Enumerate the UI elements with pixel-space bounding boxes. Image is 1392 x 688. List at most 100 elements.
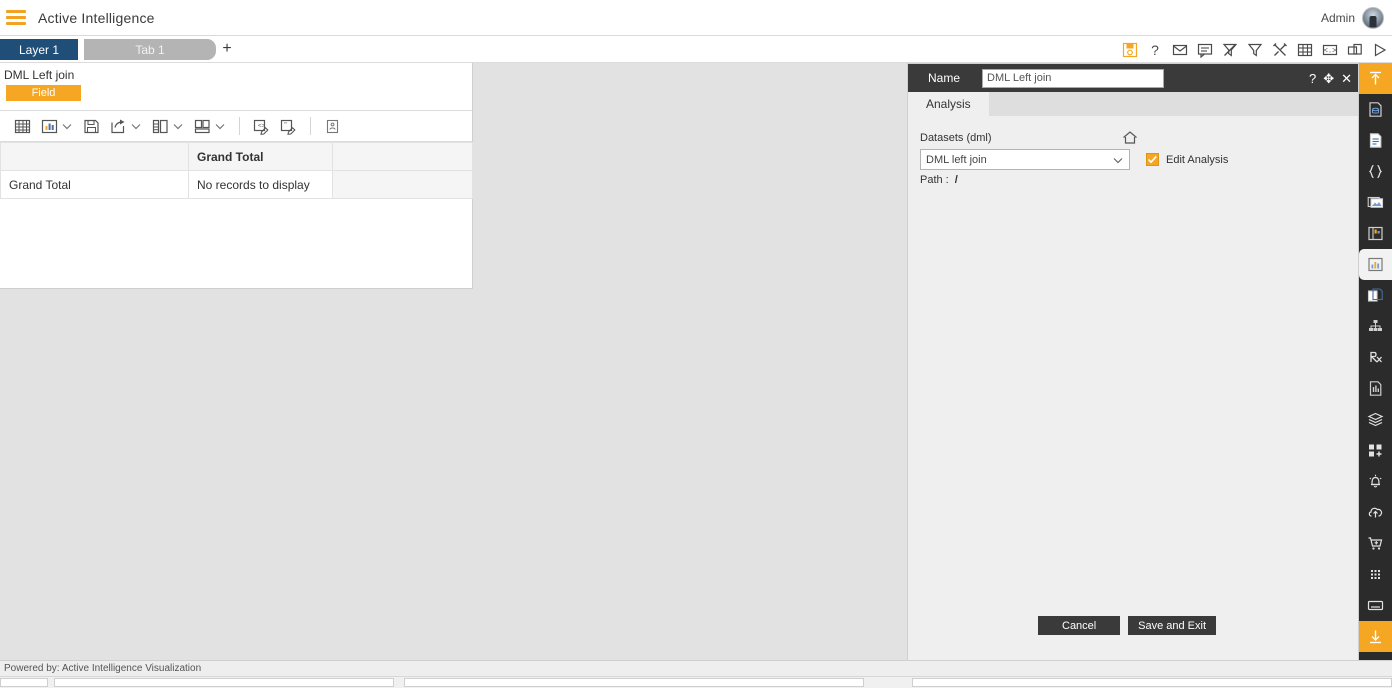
rail-prescription[interactable] [1359,342,1392,373]
help-question-icon[interactable]: ? [1147,42,1163,58]
edit-formula-button[interactable]: <> [249,118,274,135]
document-database-icon [1369,102,1382,117]
page-setup-icon [326,119,339,133]
rail-console[interactable] [1359,590,1392,621]
chevron-down-icon [1113,157,1123,163]
pivot-head: Grand Total [0,142,473,171]
rail-analysis[interactable] [1359,249,1392,280]
pivot-body: Grand Total No records to display [0,170,473,199]
chevron-down-icon [131,124,141,130]
add-widget-icon [1369,444,1382,457]
cancel-button[interactable]: Cancel [1038,616,1121,635]
mail-envelope-icon[interactable] [1172,42,1188,58]
rail-report[interactable] [1359,373,1392,404]
grid-table-icon[interactable] [1297,42,1313,58]
rail-layers[interactable] [1359,404,1392,435]
play-run-icon[interactable] [1372,42,1388,58]
chevron-down-icon [173,124,183,130]
analysis-dialog: Name ? ✥ ✕ Analysis Datasets (dml) DML [907,63,1359,672]
check-icon [1147,155,1157,164]
cart-add-icon [1368,537,1383,550]
checkbox-box [1146,153,1159,166]
dialog-titlebar: Name ? ✥ ✕ [908,64,1358,92]
home-icon[interactable] [1122,130,1138,146]
dialog-tabs: Analysis [908,92,1358,116]
hierarchy-tree-icon [1369,320,1382,331]
cloud-upload-icon [1368,507,1383,518]
tab-strip: Layer 1 Tab 1 + ? <.> [0,36,1392,63]
pivot-table: Grand Total Grand Total No records to di… [0,142,473,199]
code-window-icon[interactable]: <.> [1322,42,1338,58]
rail-copy[interactable] [1359,280,1392,311]
save-icon [84,119,99,133]
tab-tab-1[interactable]: Tab 1 [84,39,216,60]
rail-alerts[interactable] [1359,466,1392,497]
rail-upload[interactable] [1359,497,1392,528]
braces-code-icon [1368,164,1383,179]
column-layout-button[interactable] [148,118,188,135]
table-view-button[interactable] [10,118,35,135]
tab-analysis[interactable]: Analysis [908,92,989,116]
avatar[interactable] [1362,6,1384,29]
svg-text:": " [284,122,287,129]
console-window-icon [1367,600,1384,611]
grid-dots-icon [1371,570,1380,579]
pivot-corner-cell [0,142,189,171]
dialog-body: Datasets (dml) DML left join Edit Analys… [908,116,1358,649]
table-header-row: Grand Total [0,142,473,171]
path-label: Path : [920,174,949,186]
dialog-name-input[interactable] [982,68,1164,88]
page-setup-button[interactable] [320,118,345,135]
help-question-icon[interactable]: ? [1309,72,1316,85]
add-tab-button[interactable]: + [218,39,236,60]
rail-image[interactable] [1359,187,1392,218]
save-button[interactable] [79,118,104,135]
right-icon-rail [1359,63,1392,672]
move-drag-icon[interactable]: ✥ [1323,72,1334,85]
export-share-button[interactable] [106,118,146,135]
rail-hierarchy[interactable] [1359,311,1392,342]
edit-analysis-label: Edit Analysis [1166,153,1229,166]
dialog-titlebar-icons: ? ✥ ✕ [1309,72,1352,85]
field-chip[interactable]: Field [6,85,81,101]
app-title: Active Intelligence [38,9,155,26]
rail-grid[interactable] [1359,559,1392,590]
edit-analysis-checkbox[interactable]: Edit Analysis [1146,153,1228,166]
table-view-icon [14,119,31,133]
edit-formula-icon: <> [253,119,269,135]
path-value: / [954,174,958,186]
rail-cart[interactable] [1359,528,1392,559]
rail-scroll-down[interactable] [1359,621,1392,652]
hamburger-icon[interactable] [6,10,26,25]
comment-bubble-icon[interactable] [1197,42,1213,58]
header-user-area: Admin [1320,6,1384,29]
tab-layer-1[interactable]: Layer 1 [0,39,78,60]
filter-funnel-icon[interactable] [1247,42,1263,58]
copy-pages-icon[interactable] [1347,42,1363,58]
rail-dataset[interactable] [1359,94,1392,125]
arrow-down-bar-icon [1370,630,1381,644]
rail-layout[interactable] [1359,218,1392,249]
panel-layout-button[interactable] [190,118,230,135]
dataset-select[interactable]: DML left join [920,149,1130,170]
edit-text-button[interactable]: " [276,118,301,135]
tools-settings-icon[interactable] [1272,42,1288,58]
rail-code[interactable] [1359,156,1392,187]
clear-filter-icon[interactable] [1222,42,1238,58]
save-report-icon[interactable] [1122,42,1138,58]
chart-analysis-icon [1368,257,1383,272]
chart-view-button[interactable] [37,118,77,135]
rail-document[interactable] [1359,125,1392,156]
rail-add-widget[interactable] [1359,435,1392,466]
toolbar-separator [310,117,311,135]
save-and-exit-button[interactable]: Save and Exit [1128,616,1216,635]
status-bar: Powered by: Active Intelligence Visualiz… [0,660,1392,676]
pivot-row-label: Grand Total [0,170,189,199]
powered-by-text: Powered by: Active Intelligence Visualiz… [4,663,202,674]
user-label: Admin [1320,10,1355,25]
rail-scroll-up[interactable] [1359,63,1392,94]
horizontal-scrollbar[interactable] [0,676,1392,688]
close-icon[interactable]: ✕ [1341,72,1352,85]
document-lines-icon [1369,133,1382,148]
canvas-area-lower [0,289,473,672]
